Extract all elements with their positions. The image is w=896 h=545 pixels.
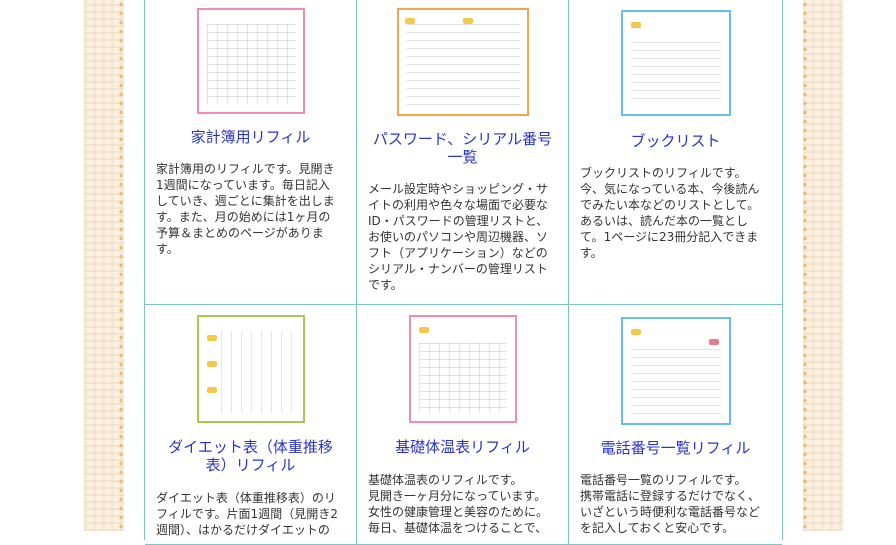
refill-thumbnail[interactable] <box>621 317 731 425</box>
refill-title-link[interactable]: ブックリスト <box>569 132 782 150</box>
refill-description: 電話番号一覧のリフィルです。 携帯電話に登録するだけでなく、 いざという時便利な… <box>580 473 761 535</box>
refill-description: ブックリストのリフィルです。 今、気になっている本、今後読ん でみたい本などのリ… <box>580 166 760 260</box>
refill-thumbnail[interactable] <box>197 315 305 423</box>
refill-card: 電話番号一覧リフィル 電話番号一覧のリフィルです。 携帯電話に登録するだけでなく… <box>569 305 782 545</box>
right-pattern-background <box>803 0 843 531</box>
refill-card: パスワード、シリアル番号一覧 メール設定時やショッピング・サ イトの利用や色々な… <box>357 0 569 305</box>
refill-card: ブックリスト ブックリストのリフィルです。 今、気になっている本、今後読ん でみ… <box>569 0 782 305</box>
refill-description: メール設定時やショッピング・サ イトの利用や色々な場面で必要な ID・パスワード… <box>368 182 549 292</box>
refill-title-link[interactable]: ダイエット表（体重推移表）リフィル <box>157 438 344 474</box>
refill-card: 家計簿用リフィル 家計簿用のリフィルです。見開き 1週間になっています。毎日記入… <box>145 0 357 305</box>
refill-title-link[interactable]: 家計簿用リフィル <box>145 128 356 146</box>
refill-title-link[interactable]: パスワード、シリアル番号一覧 <box>369 130 556 166</box>
refill-title-link[interactable]: 基礎体温表リフィル <box>357 438 568 456</box>
refill-thumbnail[interactable] <box>397 8 529 116</box>
refill-card: ダイエット表（体重推移表）リフィル ダイエット表（体重推移表）のリ フィルです。… <box>145 305 357 545</box>
left-dotted-border <box>119 0 123 531</box>
refill-description: 基礎体温表のリフィルです。 見開き一ヶ月分になっています。 女性の健康管理と美容… <box>368 473 549 535</box>
refill-thumbnail[interactable] <box>409 315 517 423</box>
refill-card: 基礎体温表リフィル 基礎体温表のリフィルです。 見開き一ヶ月分になっています。 … <box>357 305 569 545</box>
refill-title-link[interactable]: 電話番号一覧リフィル <box>569 439 782 457</box>
refill-thumbnail[interactable] <box>621 10 731 116</box>
right-dotted-border <box>803 0 807 531</box>
refill-grid: 家計簿用リフィル 家計簿用のリフィルです。見開き 1週間になっています。毎日記入… <box>144 0 783 545</box>
refill-thumbnail[interactable] <box>197 8 305 114</box>
refill-description: 家計簿用のリフィルです。見開き 1週間になっています。毎日記入 していき、週ごと… <box>156 162 335 256</box>
left-pattern-background <box>84 0 124 531</box>
